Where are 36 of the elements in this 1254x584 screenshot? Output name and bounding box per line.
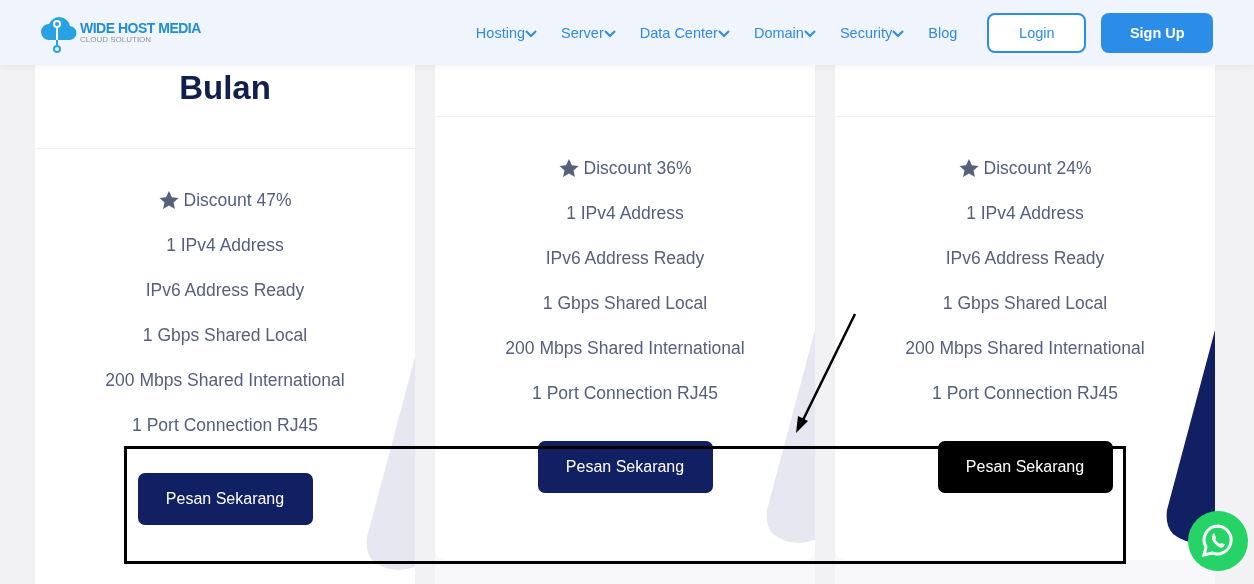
feature-text: 1 Port Connection RJ45 [532, 383, 718, 404]
plan-title: Bulan [179, 68, 271, 108]
login-button[interactable]: Login [987, 12, 1087, 53]
logo-tagline: CLOUD SOLUTION [80, 36, 153, 44]
feature-text: 1 IPv4 Address [566, 203, 684, 224]
feature-text: IPv6 Address Ready [945, 248, 1105, 269]
feature-text: 200 Mbps Shared International [505, 338, 745, 359]
nav-link[interactable]: Security [839, 24, 905, 41]
feature-text: 200 Mbps Shared International [105, 370, 345, 391]
nav-link[interactable]: Server [561, 24, 616, 41]
feature-text: 1 Gbps Shared Local [942, 293, 1108, 314]
star-icon [158, 191, 179, 210]
sign-up-button[interactable]: Sign Up [1101, 12, 1214, 53]
nav-link[interactable]: Hosting [475, 24, 537, 41]
feature-text: 1 IPv4 Address [966, 203, 1084, 224]
feature-text: IPv6 Address Ready [545, 248, 705, 269]
feature-text: Discount 36% [583, 158, 692, 179]
feature-text: 1 IPv4 Address [166, 235, 284, 256]
logo-name: WIDE HOST MEDIA [80, 21, 201, 35]
feature-text: 1 Gbps Shared Local [142, 325, 308, 346]
order-button[interactable]: Pesan Sekarang [537, 441, 713, 493]
star-icon [558, 159, 579, 178]
feature-text: 1 Port Connection RJ45 [932, 383, 1118, 404]
order-button[interactable]: Pesan Sekarang [937, 441, 1113, 493]
star-icon [958, 159, 979, 178]
feature-text: Discount 47% [183, 190, 292, 211]
feature-text: 1 Port Connection RJ45 [132, 415, 318, 436]
feature-text: 200 Mbps Shared International [905, 338, 1145, 359]
feature-text: Discount 24% [983, 158, 1092, 179]
feature-text: IPv6 Address Ready [145, 280, 305, 301]
nav-link[interactable]: Data Center [639, 24, 730, 41]
nav-link[interactable]: Domain [753, 24, 816, 41]
feature-text: 1 Gbps Shared Local [542, 293, 708, 314]
whatsapp-button[interactable] [1188, 511, 1248, 571]
order-button[interactable]: Pesan Sekarang [137, 473, 313, 525]
nav-link[interactable]: Blog [928, 24, 958, 41]
